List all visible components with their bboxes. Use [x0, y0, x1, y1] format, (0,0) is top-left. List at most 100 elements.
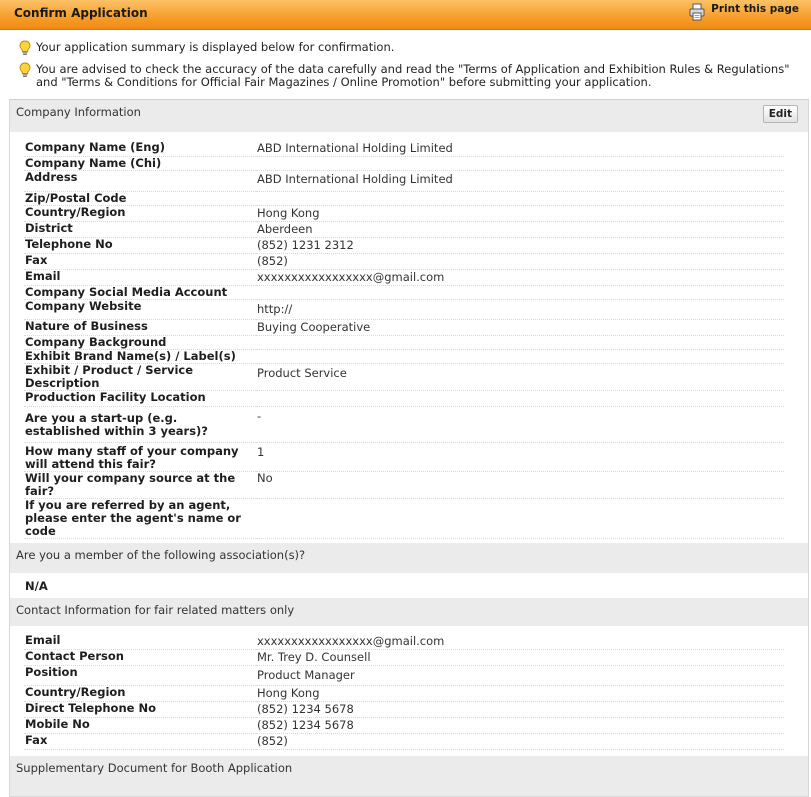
notices: Your application summary is displayed be… [0, 30, 811, 99]
field-value: (852) 1234 5678 [256, 717, 784, 734]
company-fields-table: Company Name (Eng) ABD International Hol… [24, 138, 784, 539]
field-label: District [24, 221, 256, 238]
field-row: Contact Person Mr. Trey D. Counsell [24, 649, 784, 666]
field-value: Hong Kong [256, 205, 784, 222]
field-value: (852) [256, 253, 784, 270]
field-label: Company Background [24, 335, 256, 350]
field-value: (852) 1234 5678 [256, 701, 784, 718]
field-row: Company Name (Chi) [24, 156, 784, 171]
field-row: Direct Telephone No (852) 1234 5678 [24, 701, 784, 718]
field-label: Contact Person [24, 649, 256, 666]
lightbulb-icon [18, 62, 34, 81]
field-label: Fax [24, 253, 256, 270]
field-row: Production Facility Location [24, 390, 784, 407]
field-label: Country/Region [24, 205, 256, 222]
field-label: Exhibit / Product / Service Description [24, 363, 256, 391]
field-label: Country/Region [24, 685, 256, 702]
field-row: Company Social Media Account [24, 285, 784, 300]
field-label: Company Name (Eng) [24, 138, 256, 157]
field-value: Mr. Trey D. Counsell [256, 649, 784, 666]
field-value: No [256, 471, 784, 499]
field-label: Company Name (Chi) [24, 156, 256, 171]
title-bar: Confirm Application Print this page [0, 0, 811, 30]
section-title: Are you a member of the following associ… [16, 547, 306, 562]
field-value: - [256, 406, 784, 443]
notice-advice: You are advised to check the accuracy of… [18, 63, 795, 89]
edit-company-button[interactable]: Edit [762, 105, 798, 123]
field-value [256, 349, 784, 364]
field-row: If you are referred by an agent, please … [24, 498, 784, 539]
field-value: 1 [256, 442, 784, 472]
field-label: Direct Telephone No [24, 701, 256, 718]
field-row: District Aberdeen [24, 221, 784, 238]
field-label: Email [24, 633, 256, 650]
field-label: Fax [24, 733, 256, 750]
field-row: Zip/Postal Code [24, 191, 784, 206]
field-row: Will your company source at the fair? No [24, 471, 784, 499]
field-label: Company Social Media Account [24, 285, 256, 300]
field-row: Exhibit Brand Name(s) / Label(s) [24, 349, 784, 364]
field-label: How many staff of your company will atte… [24, 442, 256, 472]
field-row: Exhibit / Product / Service Description … [24, 363, 784, 391]
field-label: Production Facility Location [24, 390, 256, 407]
field-value: Hong Kong [256, 685, 784, 702]
field-value [256, 285, 784, 300]
field-value: http:// [256, 299, 784, 320]
membership-value: N/A [25, 578, 48, 593]
section-contact-information: Contact Information for fair related mat… [10, 597, 808, 626]
field-row: Fax (852) [24, 733, 784, 750]
field-label: Address [24, 170, 256, 192]
field-row: Are you a start-up (e.g. established wit… [24, 406, 784, 443]
notice-text: You are advised to check the accuracy of… [36, 62, 790, 89]
section-title: Supplementary Document for Booth Applica… [16, 761, 293, 775]
company-fields: Company Name (Eng) ABD International Hol… [10, 132, 808, 543]
field-label: Mobile No [24, 717, 256, 734]
contact-fields: Email xxxxxxxxxxxxxxxxx@gmail.com Contac… [10, 626, 808, 757]
field-value [256, 390, 784, 407]
section-supplementary-document: Supplementary Document for Booth Applica… [10, 756, 808, 796]
print-page-link[interactable]: Print this page [689, 3, 799, 24]
field-row: Email xxxxxxxxxxxxxxxxx@gmail.com [24, 633, 784, 650]
lightbulb-icon [18, 40, 34, 59]
printer-icon [689, 3, 705, 24]
field-row: Email xxxxxxxxxxxxxxxxx@gmail.com [24, 269, 784, 286]
contact-fields-table: Email xxxxxxxxxxxxxxxxx@gmail.com Contac… [24, 633, 784, 750]
field-value: ABD International Holding Limited [256, 138, 784, 157]
application-summary: Company Information Edit Company Name (E… [9, 99, 809, 797]
field-value: Buying Cooperative [256, 319, 784, 336]
field-value: (852) [256, 733, 784, 750]
membership-block: N/A [10, 573, 808, 598]
field-row: Company Website http:// [24, 299, 784, 320]
field-value [256, 156, 784, 171]
field-row: Company Name (Eng) ABD International Hol… [24, 138, 784, 157]
field-row: Nature of Business Buying Cooperative [24, 319, 784, 336]
section-title: Company Information [16, 105, 141, 119]
field-row: Address ABD International Holding Limite… [24, 170, 784, 192]
field-value: xxxxxxxxxxxxxxxxx@gmail.com [256, 269, 784, 286]
notice-text: Your application summary is displayed be… [36, 40, 395, 54]
field-row: Country/Region Hong Kong [24, 685, 784, 702]
field-value: ABD International Holding Limited [256, 170, 784, 192]
field-label: Exhibit Brand Name(s) / Label(s) [24, 349, 256, 364]
notice-summary: Your application summary is displayed be… [18, 41, 795, 59]
field-row: Company Background [24, 335, 784, 350]
field-row: Telephone No (852) 1231 2312 [24, 237, 784, 254]
field-row: Country/Region Hong Kong [24, 205, 784, 222]
field-value: xxxxxxxxxxxxxxxxx@gmail.com [256, 633, 784, 650]
page-title: Confirm Application [14, 6, 148, 20]
field-label: If you are referred by an agent, please … [24, 498, 256, 539]
field-label: Position [24, 665, 256, 686]
field-label: Are you a start-up (e.g. established wit… [24, 406, 256, 443]
field-label: Telephone No [24, 237, 256, 254]
field-value: (852) 1231 2312 [256, 237, 784, 254]
field-label: Email [24, 269, 256, 286]
field-value: Aberdeen [256, 221, 784, 238]
field-value: Product Manager [256, 665, 784, 686]
field-value [256, 498, 784, 539]
field-label: Will your company source at the fair? [24, 471, 256, 499]
section-association-membership: Are you a member of the following associ… [10, 542, 808, 573]
field-row: Fax (852) [24, 253, 784, 270]
field-row: Position Product Manager [24, 665, 784, 686]
field-value [256, 191, 784, 206]
print-page-label: Print this page [711, 3, 799, 15]
